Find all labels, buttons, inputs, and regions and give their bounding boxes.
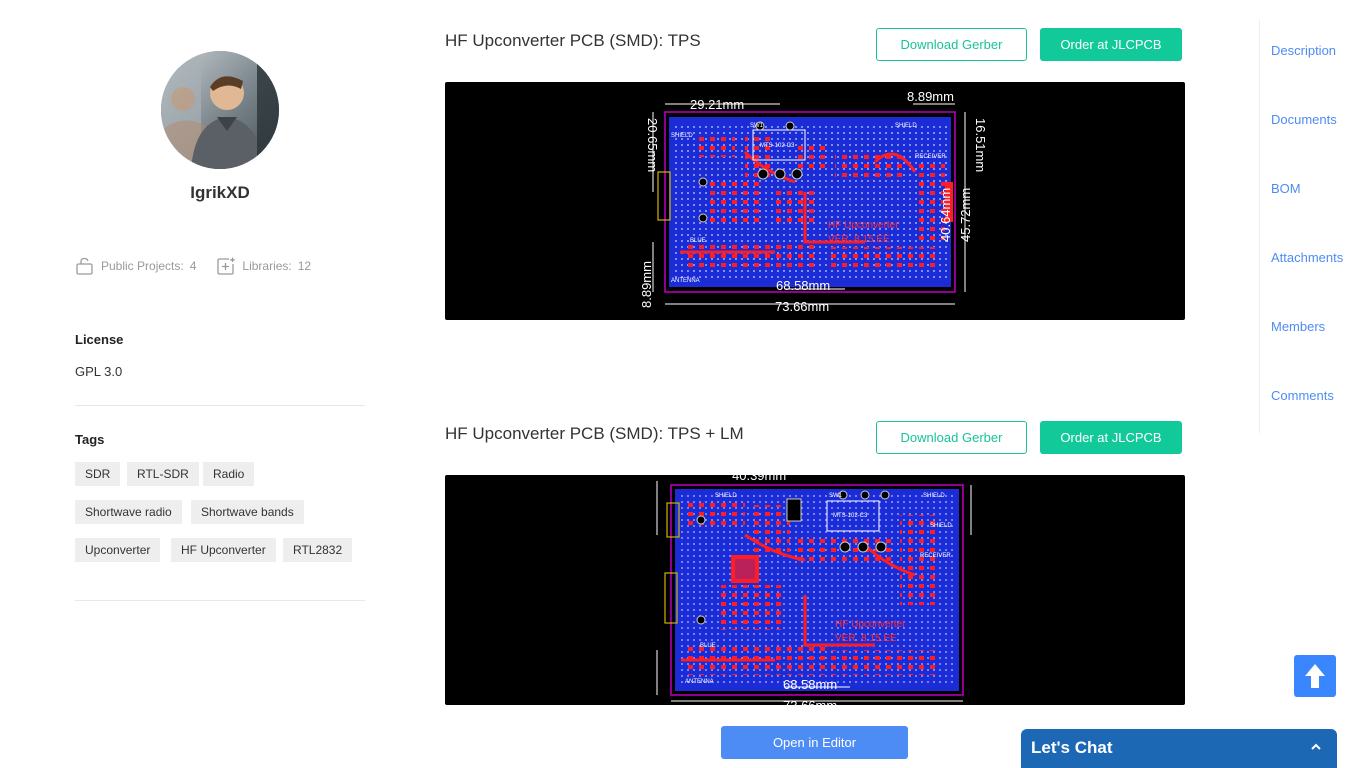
scroll-to-top-button[interactable] <box>1294 655 1336 697</box>
tag[interactable]: RTL-SDR <box>127 462 199 486</box>
svg-text:ANTENNA: ANTENNA <box>685 679 714 685</box>
svg-text:40.39mm: 40.39mm <box>732 475 786 483</box>
tag[interactable]: HF Upconverter <box>171 538 276 562</box>
project-title: HF Upconverter PCB (SMD): TPS + LM <box>445 424 744 443</box>
order-jlcpcb-button[interactable]: Order at JLCPCB <box>1040 28 1182 61</box>
svg-text:MTS-102-C3: MTS-102-C3 <box>760 143 795 149</box>
nav-bom[interactable]: BOM <box>1271 181 1301 196</box>
public-projects-label: Public Projects: <box>101 259 184 273</box>
divider <box>75 600 365 601</box>
svg-text:40.64mm: 40.64mm <box>938 188 953 242</box>
section-nav: Description Documents BOM Attachments Me… <box>1259 20 1348 433</box>
profile-stats: Public Projects: 4 Libraries: 12 <box>75 256 331 276</box>
tag[interactable]: Radio <box>203 462 255 486</box>
svg-text:45.72mm: 45.72mm <box>958 188 973 242</box>
lock-icon <box>76 257 93 275</box>
public-projects-stat[interactable]: Public Projects: 4 <box>75 257 196 275</box>
license-value: GPL 3.0 <box>75 364 123 379</box>
tags-title: Tags <box>75 432 105 447</box>
svg-text:HF Upconverter: HF Upconverter <box>835 619 906 630</box>
svg-text:BLUE: BLUE <box>700 643 716 649</box>
divider <box>75 405 365 406</box>
libraries-count: 12 <box>297 259 312 273</box>
arrow-up-icon <box>1305 664 1325 688</box>
nav-members[interactable]: Members <box>1271 319 1325 334</box>
tag[interactable]: Upconverter <box>75 538 161 562</box>
svg-text:8.89mm: 8.89mm <box>907 89 954 104</box>
svg-text:RECEIVER: RECEIVER <box>920 553 951 559</box>
tag[interactable]: Shortwave bands <box>191 500 304 524</box>
username: IgrikXD <box>190 183 250 202</box>
svg-text:8.89mm: 8.89mm <box>639 261 654 308</box>
nav-description[interactable]: Description <box>1271 43 1336 58</box>
svg-text:68.58mm: 68.58mm <box>783 677 837 692</box>
svg-text:73.66mm: 73.66mm <box>783 698 837 705</box>
download-gerber-button[interactable]: Download Gerber <box>876 28 1027 61</box>
svg-text:29.21mm: 29.21mm <box>690 97 744 112</box>
chevron-up-icon[interactable] <box>1309 740 1323 754</box>
svg-text:VER. 8.15.EE: VER. 8.15.EE <box>828 234 890 245</box>
chat-widget[interactable]: Let's Chat <box>1021 729 1337 768</box>
libraries-label: Libraries: <box>242 259 292 273</box>
svg-text:HF Upconverter: HF Upconverter <box>828 220 899 231</box>
open-in-editor-button[interactable]: Open in Editor <box>721 726 908 759</box>
svg-text:BLUE: BLUE <box>690 238 706 244</box>
add-library-icon <box>217 257 236 275</box>
svg-text:SHIELD: SHIELD <box>930 523 952 529</box>
chat-label: Let's Chat <box>1031 738 1113 757</box>
svg-text:73.66mm: 73.66mm <box>775 299 829 314</box>
svg-text:ANTENNA: ANTENNA <box>671 278 700 284</box>
svg-text:SHIELD: SHIELD <box>923 493 945 499</box>
svg-text:VER. 8.15.EE: VER. 8.15.EE <box>835 633 897 644</box>
nav-comments[interactable]: Comments <box>1271 388 1334 403</box>
tag[interactable]: Shortwave radio <box>75 500 182 524</box>
svg-text:RECEIVER: RECEIVER <box>915 154 946 160</box>
pcb-preview-image[interactable]: SHIELD SHIELD RECEIVER ANTENNA BLUE MTS-… <box>445 82 1185 320</box>
order-jlcpcb-button[interactable]: Order at JLCPCB <box>1040 421 1182 454</box>
nav-attachments[interactable]: Attachments <box>1271 250 1343 265</box>
license-title: License <box>75 332 124 347</box>
project-title: HF Upconverter PCB (SMD): TPS <box>445 31 701 50</box>
tag[interactable]: RTL2832 <box>283 538 353 562</box>
svg-text:68.58mm: 68.58mm <box>776 278 830 293</box>
avatar[interactable] <box>161 51 279 169</box>
svg-text:SHIELD: SHIELD <box>671 133 693 139</box>
svg-text:16.51mm: 16.51mm <box>973 118 988 172</box>
svg-text:SW1: SW1 <box>750 123 764 129</box>
svg-text:MTS-102-C3: MTS-102-C3 <box>833 513 868 519</box>
download-gerber-button[interactable]: Download Gerber <box>876 421 1027 454</box>
svg-text:SHIELD: SHIELD <box>715 493 737 499</box>
libraries-stat[interactable]: Libraries: 12 <box>216 257 311 275</box>
public-projects-count: 4 <box>189 259 197 273</box>
svg-text:20.65mm: 20.65mm <box>645 118 660 172</box>
project-page: IgrikXD Public Projects: 4 Libraries: 12 <box>0 0 1348 768</box>
pcb-preview-image[interactable]: SHIELD SHIELD SHIELD RECEIVER ANTENNA BL… <box>445 475 1185 705</box>
nav-documents[interactable]: Documents <box>1271 112 1337 127</box>
svg-text:SHIELD: SHIELD <box>895 123 917 129</box>
svg-text:SW1: SW1 <box>829 493 843 499</box>
tag[interactable]: SDR <box>75 462 121 486</box>
